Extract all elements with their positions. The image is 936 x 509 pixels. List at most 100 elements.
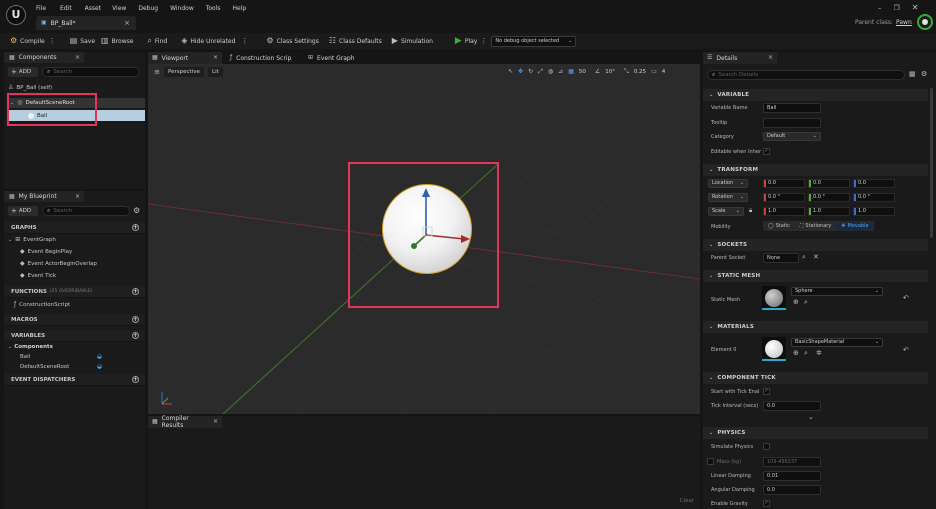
close-viewport-icon[interactable]: × xyxy=(213,55,218,61)
scale-z-input[interactable]: 1.0 xyxy=(853,207,895,216)
components-search[interactable]: ⌕ Search xyxy=(42,67,140,77)
menu-view[interactable]: View xyxy=(112,5,126,12)
use-selected-icon[interactable]: ⊕ xyxy=(793,350,799,357)
variable-section-header[interactable]: ⌄ VARIABLE xyxy=(703,89,928,101)
lock-icon[interactable]: 🔒︎ xyxy=(749,208,752,214)
clear-button[interactable]: Clear xyxy=(680,498,694,504)
browse-icon[interactable]: ⌕ xyxy=(804,299,808,306)
class-defaults-button[interactable]: ☷ Class Defaults xyxy=(329,34,382,48)
close-window-icon[interactable]: ✕ xyxy=(912,4,919,12)
unreal-logo[interactable]: U xyxy=(6,5,26,25)
view-options-icon[interactable]: ▦ xyxy=(909,71,916,78)
details-tab[interactable]: ☰ Details × xyxy=(703,52,777,64)
hide-unrelated-button[interactable]: ◈ Hide Unrelated xyxy=(181,34,235,48)
material-thumbnail[interactable] xyxy=(762,337,786,361)
component-tick-section-header[interactable]: ⌄ COMPONENT TICK xyxy=(703,372,928,384)
compile-options-icon[interactable]: ⋮ xyxy=(49,37,56,45)
compile-button[interactable]: ⚙ Compile xyxy=(10,34,45,48)
scale-y-input[interactable]: 1.0 xyxy=(808,207,850,216)
event-item[interactable]: ◆ Event Tick xyxy=(20,273,56,280)
close-compiler-icon[interactable]: × xyxy=(213,419,218,425)
close-tab-icon[interactable]: × xyxy=(124,19,130,27)
sockets-section-header[interactable]: ⌄ SOCKETS xyxy=(703,239,928,251)
tab-event-graph[interactable]: ⊞ Event Graph xyxy=(304,52,374,64)
menu-tools[interactable]: Tools xyxy=(206,5,221,12)
editable-checkbox[interactable]: ✓ xyxy=(763,148,770,155)
rotation-z-input[interactable]: 0.0 ° xyxy=(853,193,895,202)
event-item[interactable]: ◆ Event BeginPlay xyxy=(20,249,72,256)
tab-viewport[interactable]: ▦ Viewport × xyxy=(148,52,222,64)
play-options-icon[interactable]: ⋮ xyxy=(480,37,487,45)
event-item[interactable]: ◆ Event ActorBeginOverlap xyxy=(20,261,97,268)
event-graph-item[interactable]: ⌄ ⊞ EventGraph xyxy=(8,237,56,244)
menu-help[interactable]: Help xyxy=(233,5,247,12)
parent-socket-input[interactable]: None xyxy=(763,253,799,263)
add-variable-icon[interactable]: + xyxy=(132,332,139,339)
enable-gravity-checkbox[interactable]: ✓ xyxy=(763,500,770,507)
menu-debug[interactable]: Debug xyxy=(138,5,158,12)
source-control-icon[interactable] xyxy=(917,14,933,30)
asset-tab[interactable]: ▣ BP_Ball* × xyxy=(36,16,136,30)
parent-class-value[interactable]: Pawn xyxy=(896,19,912,26)
reset-icon[interactable]: ↶ xyxy=(903,295,909,302)
add-macro-icon[interactable]: + xyxy=(132,316,139,323)
menu-edit[interactable]: Edit xyxy=(60,5,72,12)
my-blueprint-add-button[interactable]: + ADD xyxy=(8,206,38,216)
details-settings-icon[interactable]: ⚙ xyxy=(921,71,927,78)
components-tab[interactable]: ▦ Components × xyxy=(4,52,84,63)
linear-damping-input[interactable]: 0.01 xyxy=(763,471,821,481)
location-z-input[interactable]: 0.0 xyxy=(853,179,895,188)
advanced-expand-icon[interactable]: ⌄ xyxy=(808,414,814,421)
hide-options-icon[interactable]: ⋮ xyxy=(241,37,248,45)
menu-file[interactable]: File xyxy=(36,5,46,12)
components-var-group[interactable]: ⌄ Components xyxy=(8,344,53,350)
static-mesh-select[interactable]: Sphere ⌄ xyxy=(791,287,883,296)
close-components-icon[interactable]: × xyxy=(75,54,80,61)
variable-name-input[interactable]: Ball xyxy=(763,103,821,113)
mobility-stationary-button[interactable]: ⛶ Stationary xyxy=(795,221,836,231)
graphs-header[interactable]: GRAPHS + xyxy=(4,222,145,234)
tick-interval-input[interactable]: 0.0 xyxy=(763,401,821,411)
compiler-results-tab[interactable]: ▦ Compiler Results × xyxy=(148,415,222,429)
rotation-select[interactable]: Rotation ⌄ xyxy=(708,193,748,202)
physics-section-header[interactable]: ⌄ PHYSICS xyxy=(703,427,928,439)
simulate-physics-checkbox[interactable] xyxy=(763,443,770,450)
browse-icon[interactable]: ⌕ xyxy=(804,350,808,357)
functions-header[interactable]: FUNCTIONS (25 OVERRIDABLE) + xyxy=(4,286,145,298)
maximize-icon[interactable]: ❐ xyxy=(894,4,900,12)
static-mesh-section-header[interactable]: ⌄ STATIC MESH xyxy=(703,270,928,282)
settings-gear-icon[interactable]: ⚙ xyxy=(133,207,140,215)
mobility-static-button[interactable]: ◯ Static xyxy=(763,221,795,231)
components-add-button[interactable]: + ADD xyxy=(8,67,38,77)
add-function-icon[interactable]: + xyxy=(132,288,139,295)
add-dispatcher-icon[interactable]: + xyxy=(132,376,139,383)
materials-section-header[interactable]: ⌄ MATERIALS xyxy=(703,321,928,333)
location-y-input[interactable]: 0.0 xyxy=(808,179,850,188)
tooltip-input[interactable] xyxy=(763,118,821,128)
debug-object-select[interactable]: No debug object selected ⌄ xyxy=(491,35,577,47)
class-settings-button[interactable]: ⚙ Class Settings xyxy=(266,34,318,48)
event-dispatchers-header[interactable]: EVENT DISPATCHERS + xyxy=(4,374,145,386)
rotation-x-input[interactable]: 0.0 ° xyxy=(763,193,805,202)
tab-construction-script[interactable]: ƒ Construction Scrip xyxy=(226,52,298,64)
macros-header[interactable]: MACROS + xyxy=(4,314,145,326)
menu-window[interactable]: Window xyxy=(170,5,194,12)
category-select[interactable]: Default ⌄ xyxy=(763,132,821,141)
tree-item-self[interactable]: ♙ BP_Ball (self) xyxy=(8,83,52,93)
angular-damping-input[interactable]: 0.0 xyxy=(763,485,821,495)
rotation-y-input[interactable]: 0.0 ° xyxy=(808,193,850,202)
details-scrollbar[interactable] xyxy=(930,88,933,238)
close-details-icon[interactable]: × xyxy=(768,55,773,61)
start-tick-checkbox[interactable]: ✓ xyxy=(763,388,770,395)
scale-x-input[interactable]: 1.0 xyxy=(763,207,805,216)
reset-icon[interactable]: ↶ xyxy=(903,347,909,354)
variable-item-ball[interactable]: Ball ◒ xyxy=(20,354,102,361)
minimize-icon[interactable]: – xyxy=(878,4,882,12)
my-blueprint-search[interactable]: ⌕ Search xyxy=(42,206,130,216)
location-x-input[interactable]: 0.0 xyxy=(763,179,805,188)
mass-override-checkbox[interactable] xyxy=(707,458,714,465)
add-graph-icon[interactable]: + xyxy=(132,224,139,231)
use-selected-icon[interactable]: ⊕ xyxy=(793,299,799,306)
scale-select[interactable]: Scale ⌄ xyxy=(708,207,744,216)
my-blueprint-tab[interactable]: ▦ My Blueprint × xyxy=(4,191,84,202)
